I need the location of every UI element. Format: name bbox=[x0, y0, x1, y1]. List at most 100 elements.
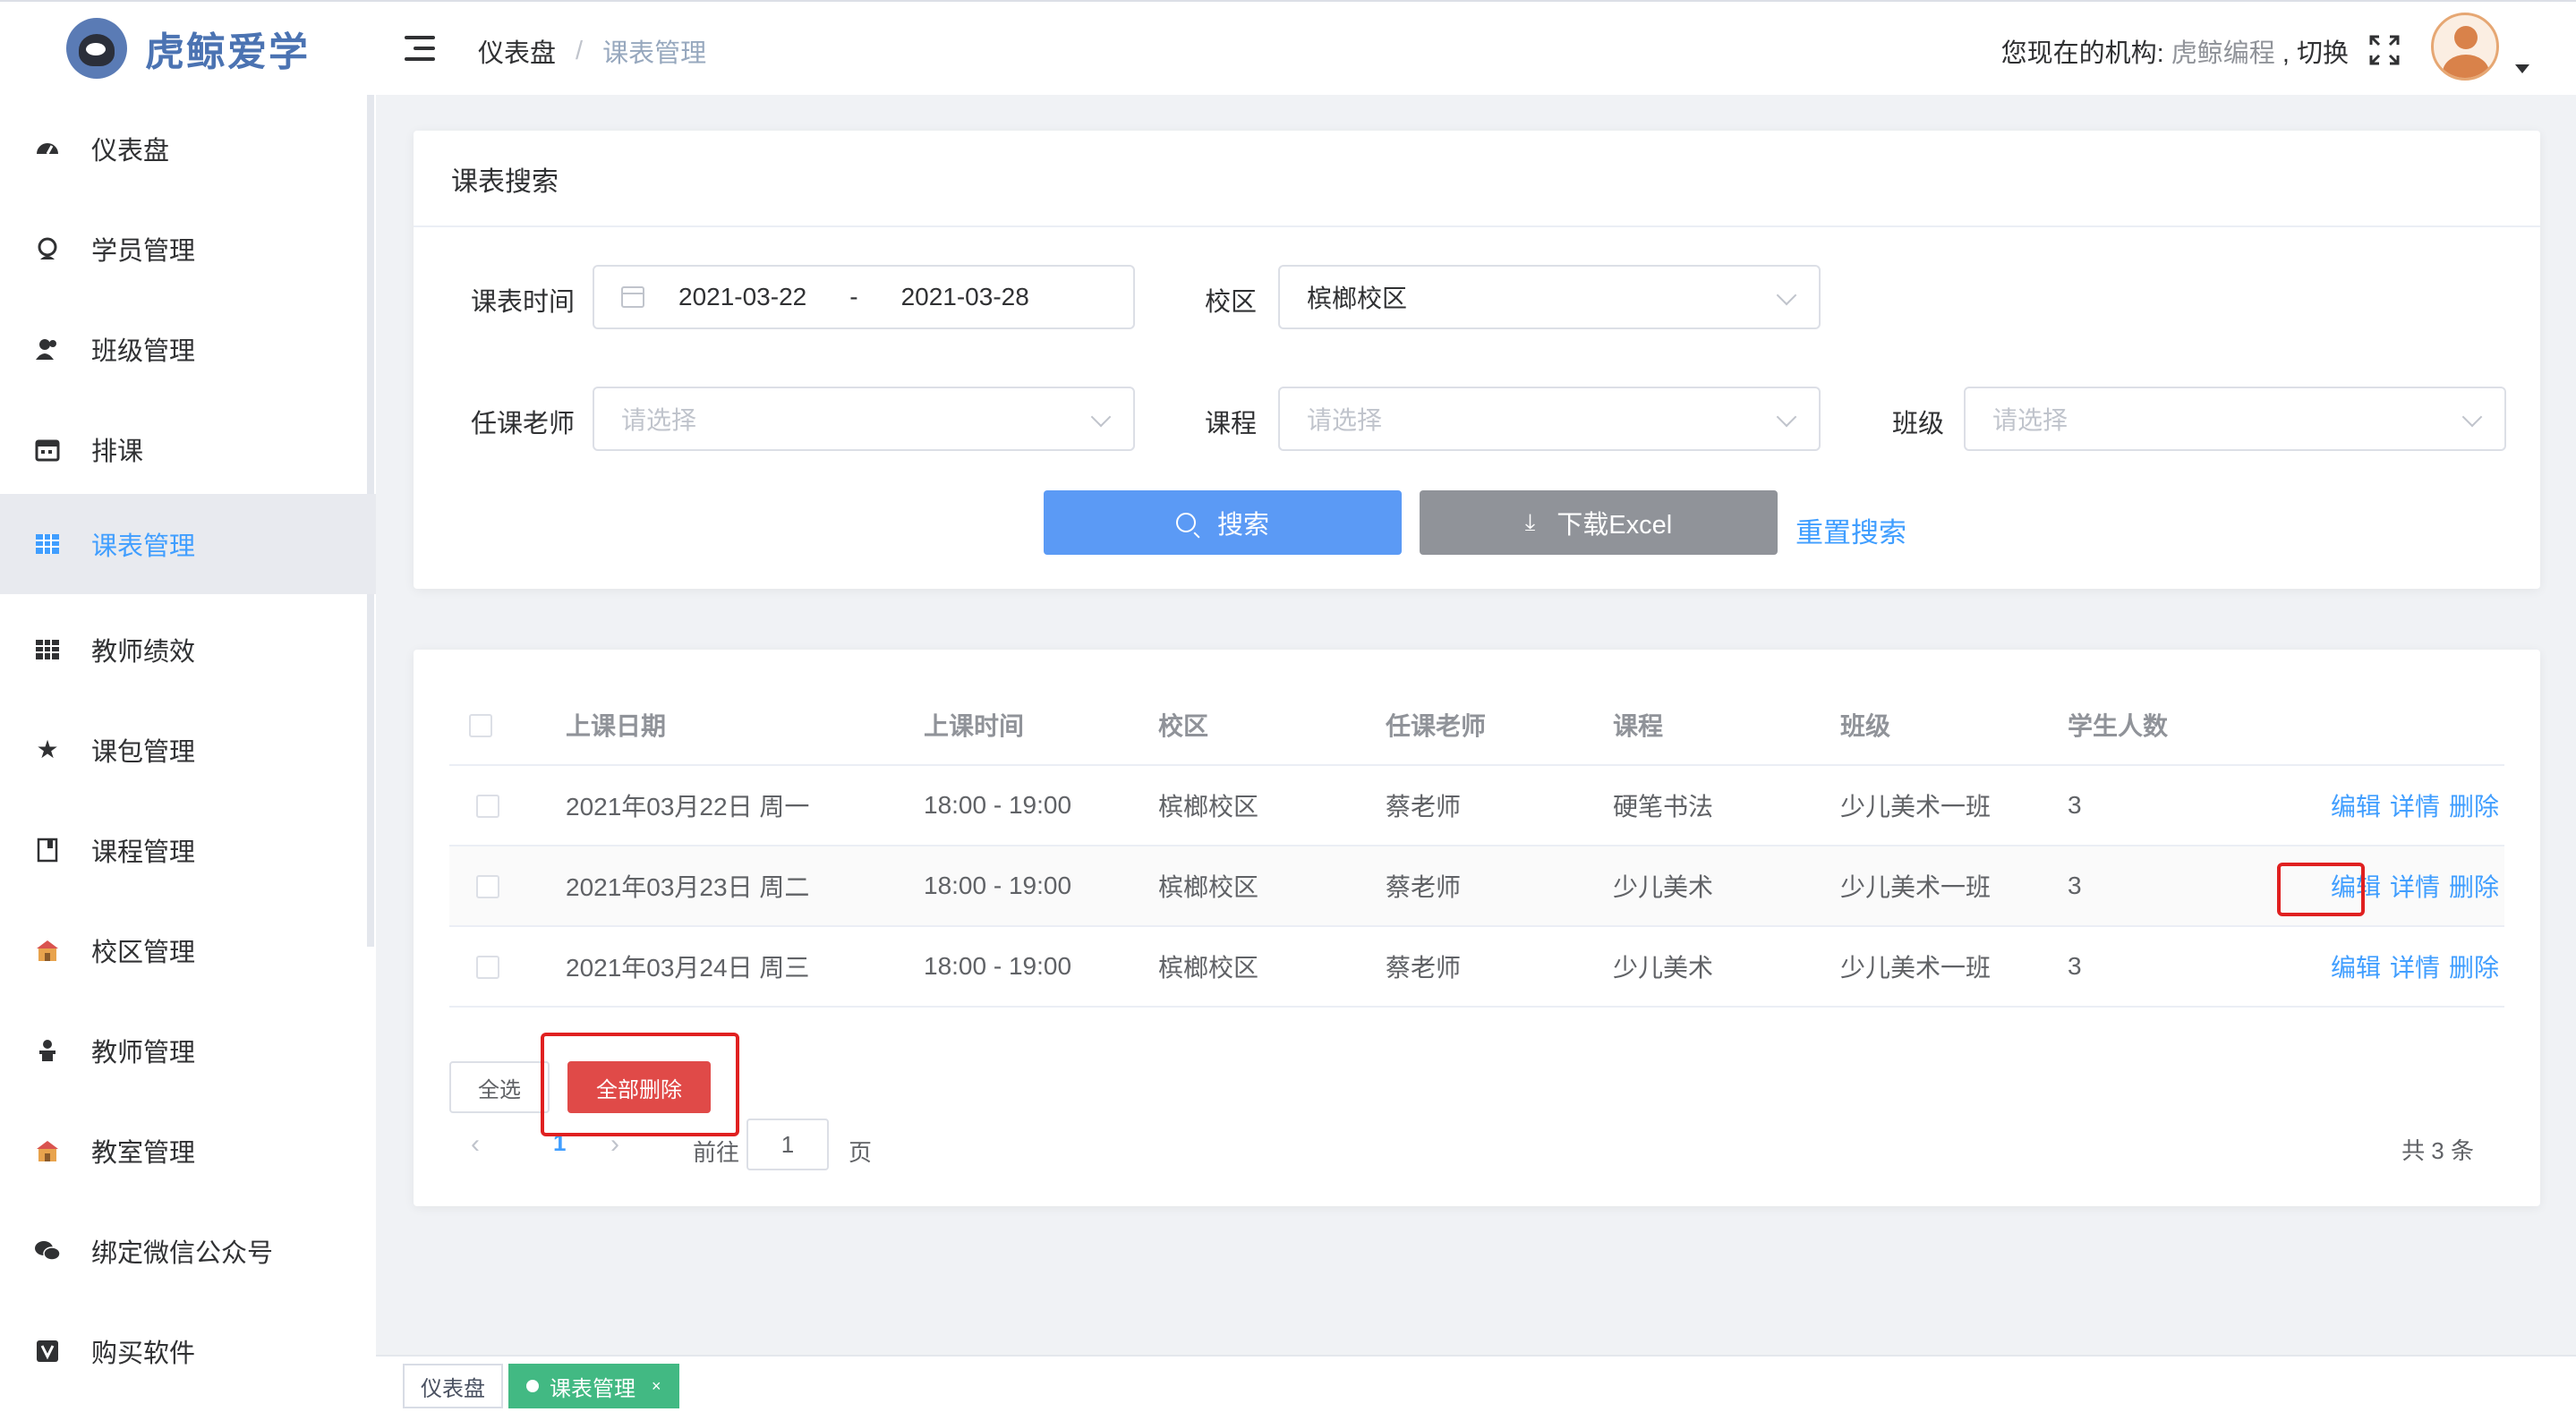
download-excel-button[interactable]: ⤓ 下载Excel bbox=[1420, 490, 1778, 555]
sidebar-item-label: 课表管理 bbox=[91, 532, 196, 561]
book-icon bbox=[34, 837, 61, 863]
cell-class: 少儿美术一班 bbox=[1840, 793, 1992, 821]
course-select-placeholder: 请选择 bbox=[1307, 406, 1383, 434]
download-excel-label: 下载Excel bbox=[1557, 511, 1673, 540]
sidebar-item-label: 学员管理 bbox=[91, 237, 196, 266]
cell-course: 少儿美术 bbox=[1613, 954, 1714, 982]
column-header-course[interactable]: 课程 bbox=[1613, 685, 1663, 764]
cell-campus: 槟榔校区 bbox=[1158, 873, 1259, 901]
timetable-panel: 上课日期 上课时间 校区 任课老师 课程 班级 学生人数 2021年03月22日… bbox=[414, 650, 2540, 1206]
cell-student-count: 3 bbox=[2068, 952, 2082, 980]
sidebar-item-wechat[interactable]: 绑定微信公众号 bbox=[0, 1201, 376, 1301]
campus-select[interactable]: 槟榔校区 bbox=[1278, 265, 1821, 329]
column-header-time[interactable]: 上课时间 bbox=[924, 685, 1024, 764]
search-panel: 课表搜索 课表时间 2021-03-22 - 2021-03-28 校区 槟榔校… bbox=[414, 131, 2540, 589]
delete-link[interactable]: 删除 bbox=[2449, 948, 2499, 984]
prev-page-icon[interactable]: ‹ bbox=[471, 1129, 480, 1160]
date-range-label: 课表时间 bbox=[471, 288, 576, 317]
sidebar-item-dashboard[interactable]: 仪表盘 bbox=[0, 98, 376, 199]
goto-page-input[interactable]: 1 bbox=[746, 1119, 829, 1170]
cell-teacher: 蔡老师 bbox=[1386, 793, 1462, 821]
detail-link[interactable]: 详情 bbox=[2390, 787, 2440, 823]
sidebar-item-courses[interactable]: 课程管理 bbox=[0, 800, 376, 900]
sidebar-item-timetable[interactable]: 课表管理 bbox=[0, 494, 376, 594]
sidebar-item-teacher-performance[interactable]: 教师绩效 bbox=[0, 600, 376, 700]
sidebar-item-classes[interactable]: 班级管理 bbox=[0, 299, 376, 399]
cell-date: 2021年03月24日 周三 bbox=[566, 954, 810, 982]
sidebar-item-label: 课程管理 bbox=[91, 838, 196, 867]
course-select[interactable]: 请选择 bbox=[1278, 387, 1821, 451]
tag-dashboard[interactable]: 仪表盘 bbox=[403, 1364, 503, 1408]
cell-class: 少儿美术一班 bbox=[1840, 873, 1992, 901]
column-header-class[interactable]: 班级 bbox=[1840, 685, 1890, 764]
column-header-student-count[interactable]: 学生人数 bbox=[2068, 685, 2168, 764]
course-label: 课程 bbox=[1205, 410, 1258, 438]
chevron-down-icon bbox=[1776, 406, 1797, 428]
column-header-campus[interactable]: 校区 bbox=[1158, 685, 1208, 764]
sidebar-item-label: 排课 bbox=[91, 438, 144, 466]
reset-search-link[interactable]: 重置搜索 bbox=[1796, 510, 1906, 550]
breadcrumb-separator: / bbox=[576, 36, 584, 65]
close-icon[interactable]: × bbox=[652, 1377, 661, 1396]
user-menu-caret-icon[interactable] bbox=[2515, 64, 2529, 73]
search-panel-title: 课表搜索 bbox=[414, 131, 2540, 227]
tag-label: 仪表盘 bbox=[421, 1376, 485, 1401]
detail-link[interactable]: 详情 bbox=[2390, 948, 2440, 984]
row-checkbox[interactable] bbox=[476, 875, 499, 898]
menu-toggle-icon[interactable] bbox=[405, 36, 435, 61]
download-icon: ⤓ bbox=[1524, 508, 1536, 535]
table-row: 2021年03月22日 周一 18:00 - 19:00 槟榔校区 蔡老师 硬笔… bbox=[449, 766, 2504, 846]
sidebar-item-students[interactable]: 学员管理 bbox=[0, 199, 376, 299]
edit-link-highlight bbox=[2277, 863, 2365, 916]
delete-link[interactable]: 删除 bbox=[2449, 787, 2499, 823]
cell-time: 18:00 - 19:00 bbox=[924, 872, 1072, 899]
select-all-button[interactable]: 全选 bbox=[449, 1061, 550, 1113]
tag-timetable[interactable]: 课表管理 × bbox=[508, 1364, 679, 1408]
school-icon bbox=[34, 937, 61, 964]
date-range-separator: - bbox=[849, 283, 858, 310]
date-end[interactable]: 2021-03-28 bbox=[901, 283, 1029, 311]
date-range-picker[interactable]: 2021-03-22 - 2021-03-28 bbox=[593, 265, 1135, 329]
cell-campus: 槟榔校区 bbox=[1158, 954, 1259, 982]
teacher-icon bbox=[34, 1037, 61, 1064]
cell-class: 少儿美术一班 bbox=[1840, 954, 1992, 982]
detail-link[interactable]: 详情 bbox=[2390, 868, 2440, 904]
class-select[interactable]: 请选择 bbox=[1964, 387, 2506, 451]
purchase-icon bbox=[34, 1338, 61, 1365]
student-icon bbox=[34, 235, 61, 262]
date-start[interactable]: 2021-03-22 bbox=[678, 283, 806, 311]
table-row: 2021年03月23日 周二 18:00 - 19:00 槟榔校区 蔡老师 少儿… bbox=[449, 846, 2504, 927]
fullscreen-icon[interactable] bbox=[2368, 34, 2401, 66]
user-avatar[interactable] bbox=[2431, 13, 2499, 81]
sidebar-item-purchase[interactable]: 购买软件 bbox=[0, 1301, 376, 1401]
breadcrumb-home[interactable]: 仪表盘 bbox=[478, 32, 556, 70]
star-icon: ★ bbox=[36, 736, 59, 763]
page-unit-label: 页 bbox=[849, 1139, 873, 1166]
delete-link[interactable]: 删除 bbox=[2449, 868, 2499, 904]
cell-student-count: 3 bbox=[2068, 872, 2082, 899]
column-header-date[interactable]: 上课日期 bbox=[566, 685, 666, 764]
table-icon bbox=[34, 531, 61, 557]
class-select-placeholder: 请选择 bbox=[1992, 406, 2068, 434]
app-name: 虎鲸爱学 bbox=[145, 30, 310, 74]
org-switch-link[interactable]: , 切换 bbox=[2282, 39, 2349, 68]
app-logo[interactable]: 虎鲸爱学 bbox=[66, 18, 310, 79]
search-icon bbox=[1175, 513, 1196, 532]
cell-course: 少儿美术 bbox=[1613, 873, 1714, 901]
edit-link[interactable]: 编辑 bbox=[2331, 787, 2381, 823]
teacher-select[interactable]: 请选择 bbox=[593, 387, 1135, 451]
sidebar-item-packages[interactable]: ★ 课包管理 bbox=[0, 700, 376, 800]
sidebar-item-label: 仪表盘 bbox=[91, 137, 170, 166]
select-all-checkbox[interactable] bbox=[469, 714, 492, 737]
column-header-teacher[interactable]: 任课老师 bbox=[1386, 685, 1486, 764]
sidebar-item-campuses[interactable]: 校区管理 bbox=[0, 900, 376, 1000]
row-checkbox[interactable] bbox=[476, 956, 499, 979]
edit-link[interactable]: 编辑 bbox=[2331, 948, 2381, 984]
class-label: 班级 bbox=[1892, 410, 1945, 438]
row-checkbox[interactable] bbox=[476, 795, 499, 818]
sidebar-item-scheduling[interactable]: 排课 bbox=[0, 399, 376, 499]
search-button[interactable]: 搜索 bbox=[1044, 490, 1402, 555]
pagination: ‹ 1 › 前往 1 页 共 3 条 bbox=[449, 1115, 2504, 1178]
sidebar-item-classrooms[interactable]: 教室管理 bbox=[0, 1101, 376, 1201]
sidebar-item-teachers[interactable]: 教师管理 bbox=[0, 1000, 376, 1101]
